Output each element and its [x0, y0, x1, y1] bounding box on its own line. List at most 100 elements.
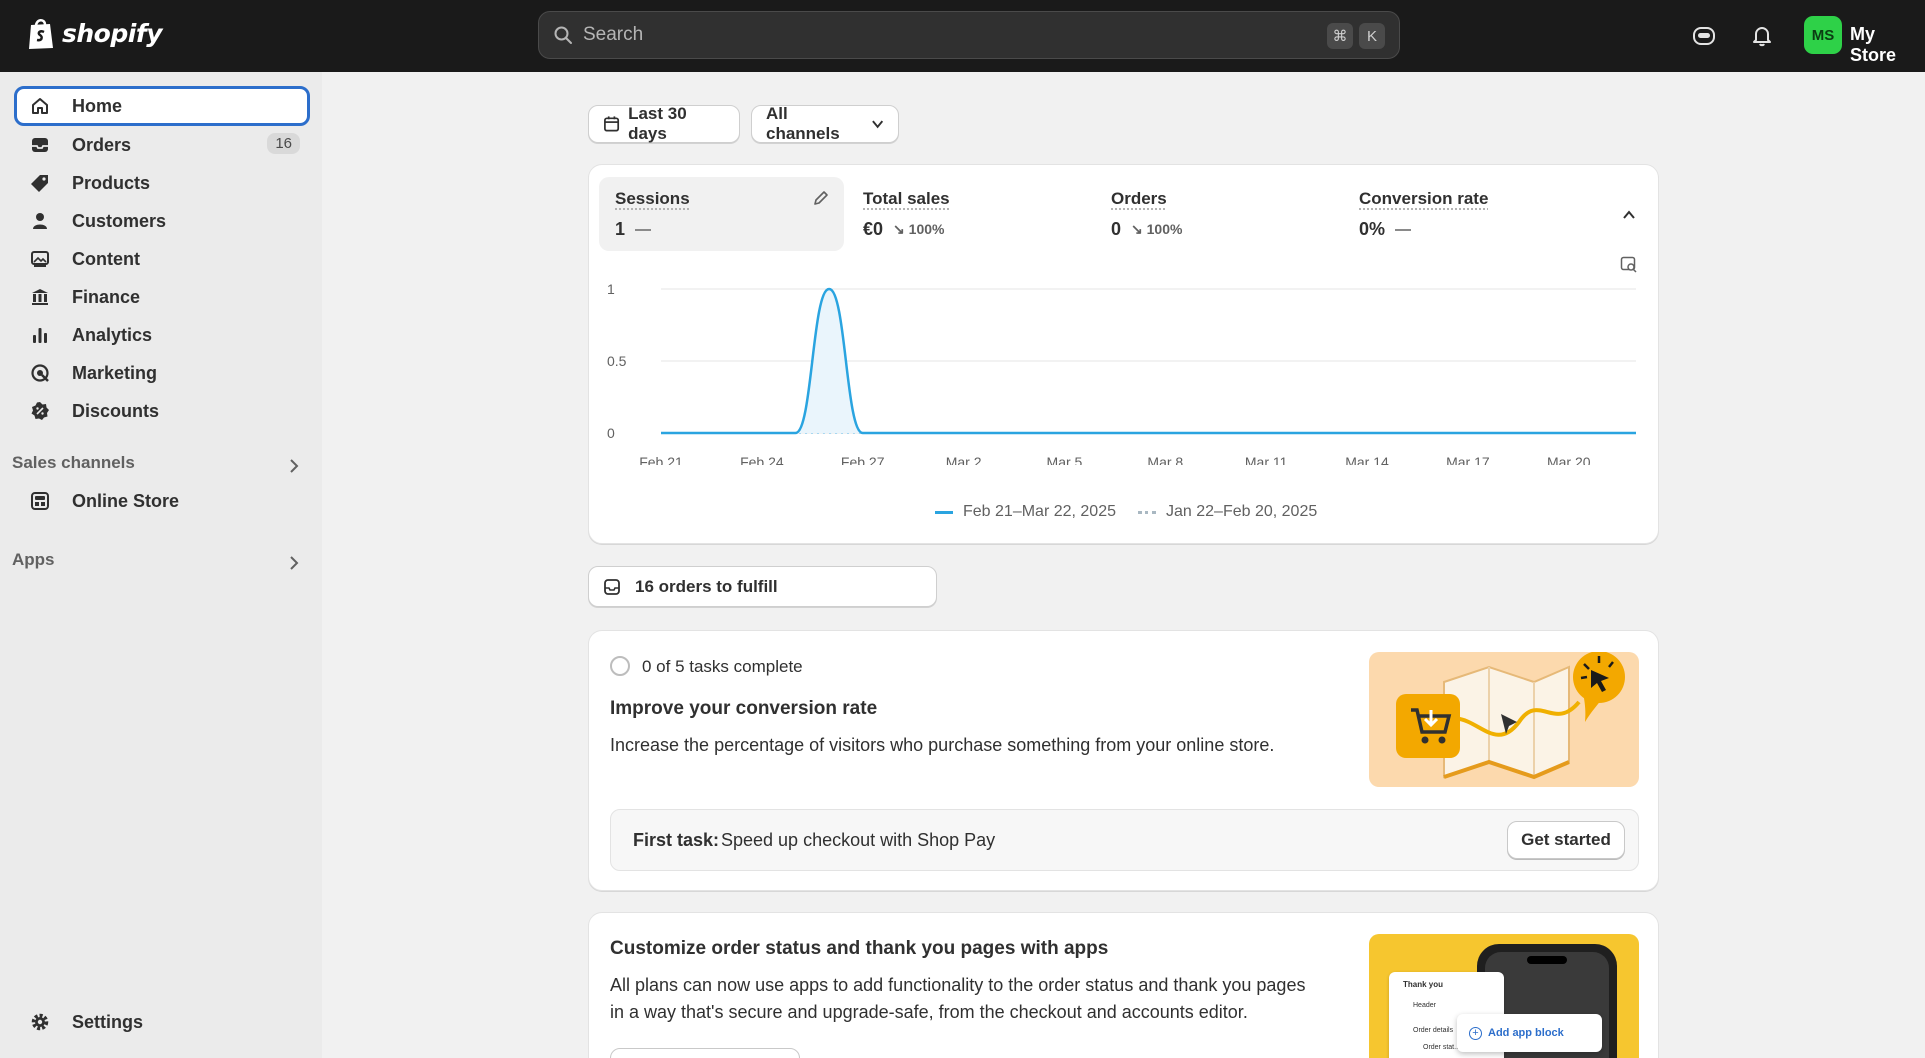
person-icon	[28, 209, 52, 233]
x-tick-label: Mar 17	[1446, 454, 1490, 465]
sidebar-item-home[interactable]: Home	[14, 86, 310, 126]
home-icon	[28, 94, 52, 118]
legend-label-previous: Jan 22–Feb 20, 2025	[1166, 503, 1318, 520]
sidebar-item-products[interactable]: Products	[14, 163, 310, 203]
plus-circle-icon: +	[1469, 1026, 1482, 1040]
shortcut-key-cmd: ⌘	[1327, 23, 1353, 49]
date-range-label: Last 30 days	[628, 104, 687, 143]
x-tick-label: Mar 2	[946, 454, 982, 465]
sidebar: Home Orders 16 Products Customers Conten…	[0, 72, 322, 1058]
x-tick-label: Mar 14	[1345, 454, 1389, 465]
sidebar-item-content[interactable]: Content	[14, 239, 310, 279]
tag-icon	[28, 171, 52, 195]
sidebar-item-settings[interactable]: Settings	[14, 1002, 310, 1042]
date-range-picker[interactable]: Last 30 days	[588, 104, 740, 143]
sidebar-item-analytics[interactable]: Analytics	[14, 315, 310, 355]
x-tick-label: Mar 20	[1547, 454, 1591, 465]
setup-title: Improve your conversion rate	[610, 698, 878, 719]
sidebar-item-label: Settings	[72, 1011, 144, 1032]
illustration-add-app-block: Add app block	[1488, 1027, 1564, 1039]
illustration-header: Header	[1413, 1002, 1436, 1009]
first-task-prefix: First task:	[633, 830, 720, 850]
orders-to-fulfill-label: 16 orders to fulfill	[635, 576, 778, 596]
first-task-text: Speed up checkout with Shop Pay	[721, 830, 996, 850]
bar-chart-icon	[28, 323, 52, 347]
x-tick-label: Mar 5	[1047, 454, 1083, 465]
notifications-bell-icon[interactable]	[1748, 22, 1776, 50]
checkout-apps-card: Customize order status and thank you pag…	[588, 912, 1659, 1058]
target-icon	[28, 361, 52, 385]
y-tick-label: 1	[607, 281, 615, 297]
setup-guide-card: 0 of 5 tasks complete Improve your conve…	[588, 630, 1659, 891]
chart-legend: Feb 21–Mar 22, 2025 Jan 22–Feb 20, 2025	[935, 503, 1317, 521]
sidebar-item-label: Home	[72, 95, 123, 116]
sidebar-item-discounts[interactable]: Discounts	[14, 391, 310, 431]
channels-label: All channels	[766, 104, 840, 143]
legend-swatch-previous	[1138, 510, 1156, 514]
sidebar-item-label: Finance	[72, 286, 141, 307]
logo-wordmark: shopify	[62, 18, 163, 48]
sidebar-item-label: Analytics	[72, 324, 153, 345]
x-tick-label: Mar 11	[1245, 454, 1288, 465]
sidebar-item-label: Content	[72, 248, 140, 269]
illustration-thankyou: Thank you	[1403, 980, 1444, 989]
chevron-right-icon[interactable]	[286, 458, 302, 474]
get-started-button[interactable]: Get started	[1507, 821, 1625, 859]
storefront-icon	[28, 489, 52, 513]
apps-card-title: Customize order status and thank you pag…	[610, 938, 1109, 959]
store-avatar[interactable]: MS	[1804, 16, 1842, 54]
x-tick-label: Feb 24	[740, 454, 784, 465]
chevron-right-icon[interactable]	[286, 555, 302, 571]
search-bar[interactable]: Search ⌘ K	[538, 11, 1400, 59]
apps-card-action-button[interactable]	[610, 1048, 800, 1058]
sidebar-item-label: Online Store	[72, 490, 180, 511]
bank-icon	[28, 285, 52, 309]
legend-swatch-current	[935, 510, 953, 514]
sidebar-item-label: Orders	[72, 134, 132, 155]
conversion-illustration	[1369, 652, 1639, 787]
search-placeholder: Search	[583, 24, 644, 45]
store-name[interactable]: My Store	[1850, 24, 1925, 66]
sidebar-item-label: Customers	[72, 210, 167, 231]
shopify-bag-icon	[29, 19, 53, 49]
x-tick-label: Mar 8	[1147, 454, 1183, 465]
sidebar-item-label: Discounts	[72, 400, 160, 421]
apps-heading[interactable]: Apps	[12, 550, 55, 570]
first-task-row: First task: Speed up checkout with Shop …	[610, 809, 1639, 871]
chevron-down-icon	[871, 120, 883, 129]
add-app-block-mockup: + Add app block	[1457, 1014, 1602, 1052]
apps-card-description-line1: All plans can now use apps to add functi…	[610, 975, 1306, 995]
search-icon	[554, 26, 572, 44]
sidebar-item-label: Marketing	[72, 362, 158, 383]
sidekick-icon[interactable]	[1690, 22, 1718, 50]
sidebar-item-orders[interactable]: Orders 16	[14, 125, 310, 165]
calendar-icon	[604, 116, 620, 132]
gear-icon	[28, 1010, 52, 1034]
illustration-order-status: Order stat...	[1423, 1044, 1460, 1051]
apps-card-description-line2: in a way that's secure and upgrade-safe,…	[610, 1002, 1248, 1022]
y-tick-label: 0	[607, 425, 615, 441]
sales-channels-heading[interactable]: Sales channels	[12, 453, 135, 473]
discount-icon	[28, 399, 52, 423]
x-tick-label: Feb 27	[841, 454, 885, 465]
shortcut-key-k: K	[1359, 23, 1385, 49]
sidebar-item-marketing[interactable]: Marketing	[14, 353, 310, 393]
analytics-card: Sessions 1 Total sales €0 ↘ 100% Orders …	[588, 164, 1659, 544]
sidebar-item-finance[interactable]: Finance	[14, 277, 310, 317]
setup-description: Increase the percentage of visitors who …	[610, 735, 1275, 755]
checkout-apps-illustration: Thank you Header Order details Order sta…	[1369, 934, 1639, 1058]
sidebar-item-online-store[interactable]: Online Store	[14, 481, 310, 521]
orders-count-badge: 16	[267, 133, 300, 154]
progress-circle-icon	[610, 656, 630, 676]
x-tick-label: Feb 21	[639, 454, 683, 465]
shopify-logo[interactable]: shopify	[26, 16, 163, 50]
tasks-progress: 0 of 5 tasks complete	[642, 657, 803, 676]
y-tick-label: 0.5	[607, 353, 627, 369]
channels-dropdown[interactable]: All channels	[751, 104, 899, 143]
inbox-icon	[604, 578, 620, 595]
orders-to-fulfill-button[interactable]: 16 orders to fulfill	[588, 566, 937, 607]
legend-label-current: Feb 21–Mar 22, 2025	[963, 503, 1116, 520]
inbox-icon	[28, 133, 52, 157]
sidebar-item-customers[interactable]: Customers	[14, 201, 310, 241]
illustration-order-details: Order details	[1413, 1027, 1454, 1034]
